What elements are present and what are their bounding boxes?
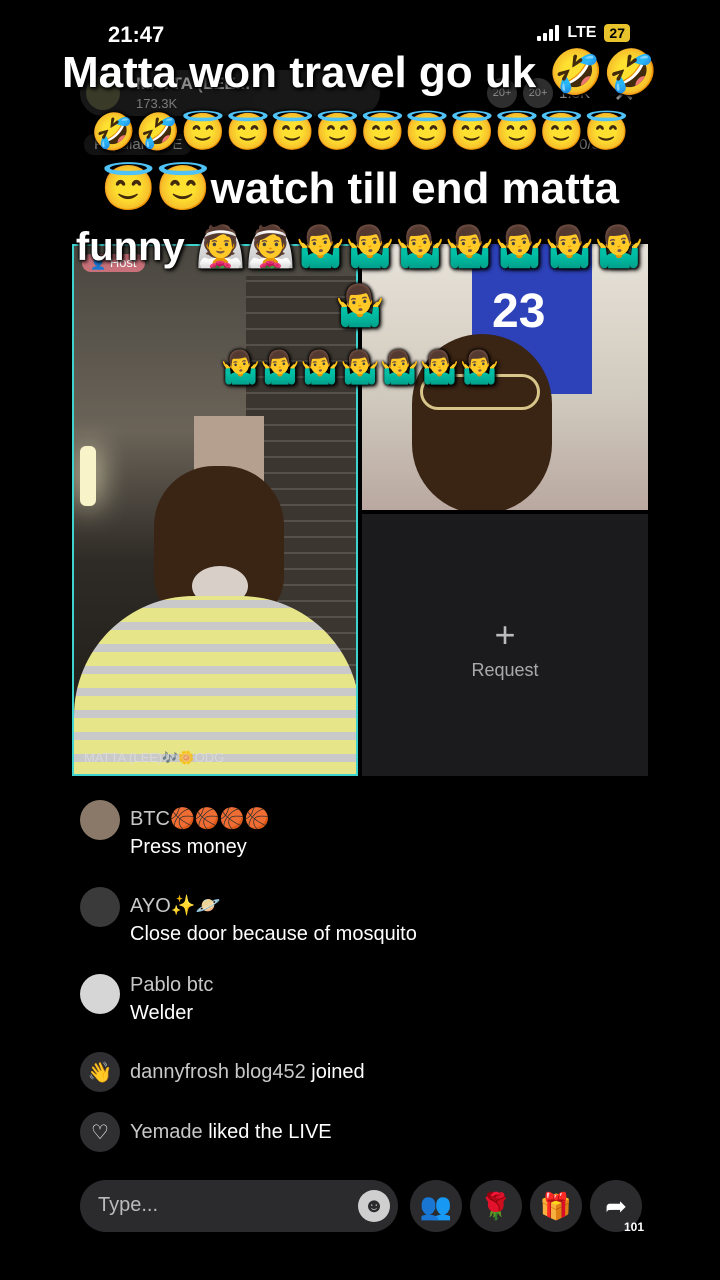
chat-text: Close door because of mosquito [130, 923, 417, 945]
share-button[interactable]: ➦ 101 [590, 1180, 644, 1234]
rose-gift-button[interactable]: 🌹 [470, 1180, 522, 1232]
chat-text: Welder [130, 1002, 193, 1024]
request-slot[interactable]: + Request [362, 514, 648, 776]
avatar[interactable] [80, 887, 120, 927]
share-count: 101 [623, 1220, 644, 1234]
wave-icon: 👋 [80, 1052, 120, 1092]
request-label: Request [471, 660, 539, 680]
caption-line: 🤷‍♂️🤷‍♂️🤷‍♂️🤷‍♂️🤷‍♂️🤷‍♂️🤷‍♂️ [220, 349, 500, 385]
event-action: liked the LIVE [202, 1121, 332, 1143]
caption-line: funny 👰👰🤷‍♂️🤷‍♂️🤷‍♂️🤷‍♂️🤷‍♂️🤷‍♂️🤷‍♂️🤷‍♂️ [75, 225, 645, 328]
rose-icon: 🌹 [479, 1190, 513, 1221]
comment-input[interactable]: Type... ☻ [80, 1180, 398, 1232]
chat-username[interactable]: Pablo btc [130, 974, 213, 997]
background-light [80, 446, 96, 506]
join-event: 👋 dannyfrosh blog452 joined [80, 1052, 650, 1092]
avatar[interactable] [80, 974, 120, 1014]
gift-button[interactable]: 🎁 [530, 1180, 582, 1232]
battery-icon: 27 [604, 24, 630, 42]
avatar[interactable] [80, 800, 120, 840]
plus-icon: + [494, 614, 516, 655]
chat-username[interactable]: AYO✨🪐 [130, 893, 221, 918]
emoji-icon[interactable]: ☻ [358, 1190, 390, 1222]
signal-icon [537, 25, 560, 41]
guests-icon: 👥 [419, 1190, 453, 1221]
comment-placeholder: Type... [98, 1194, 159, 1216]
like-event: ♡ Yemade liked the LIVE [80, 1112, 650, 1152]
status-icons: LTE 27 [537, 24, 630, 42]
event-username[interactable]: Yemade [130, 1121, 203, 1143]
caption-line: Matta won travel go uk 🤣🤣 [61, 48, 659, 97]
guests-button[interactable]: 👥 [410, 1180, 462, 1232]
gift-icon: 🎁 [539, 1190, 573, 1221]
bottom-bar: Type... ☻ 👥 🌹 🎁 ➦ 101 [80, 1178, 650, 1234]
heart-icon: ♡ [80, 1112, 120, 1152]
share-icon: ➦ [605, 1190, 627, 1221]
event-action: joined [305, 1061, 365, 1083]
caption-line: 🤣🤣😇😇😇😇😇😇😇😇😇😇 [91, 111, 629, 152]
caption-line: 😇😇watch till end matta [101, 164, 619, 213]
chat-username[interactable]: BTC🏀🏀🏀🏀 [130, 806, 270, 831]
host-tag: MATTA (LEE)🎶🌼ODG [84, 750, 225, 765]
chat-text: Press money [130, 836, 247, 858]
event-username[interactable]: dannyfrosh blog452 [130, 1061, 306, 1083]
host-shirt [74, 596, 356, 774]
network-label: LTE [567, 24, 597, 41]
caption-overlay: Matta won travel go uk 🤣🤣 🤣🤣😇😇😇😇😇😇😇😇😇😇 😇… [60, 44, 660, 396]
